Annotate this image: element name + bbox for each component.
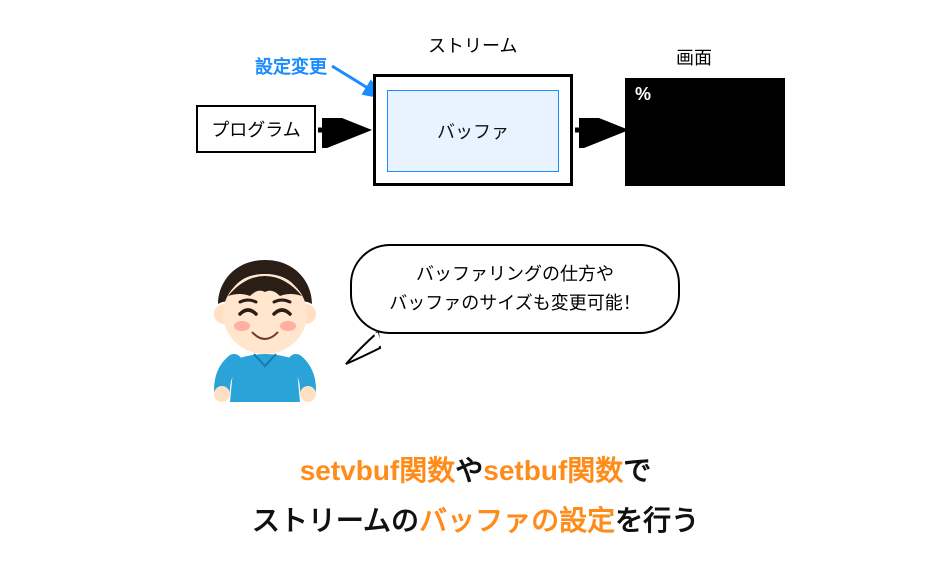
caption-de: で xyxy=(623,455,651,486)
caption: setvbuf関数やsetbuf関数で ストリームのバッファの設定を行う xyxy=(0,446,951,547)
screen-label: 画面 xyxy=(676,44,712,70)
speech-bubble: バッファリングの仕方や バッファのサイズも変更可能！ xyxy=(350,244,680,334)
caption-stream: ストリームの xyxy=(252,505,419,536)
stream-to-screen-arrow-icon xyxy=(573,118,633,148)
stream-label: ストリーム xyxy=(428,32,517,58)
setting-change-label: 設定変更 xyxy=(255,53,327,79)
character-boy-icon xyxy=(200,252,330,402)
buffer-label: バッファ xyxy=(437,118,509,144)
screen-prompt: % xyxy=(635,84,651,104)
speech-bubble-tail-icon xyxy=(342,330,382,370)
caption-okonau: を行う xyxy=(615,505,699,536)
program-to-stream-arrow-icon xyxy=(316,118,376,148)
bubble-line2: バッファのサイズも変更可能！ xyxy=(372,289,658,318)
caption-ya: や xyxy=(455,455,483,486)
caption-setvbuf: setvbuf関数 xyxy=(300,455,456,486)
caption-buffer-setting: バッファの設定 xyxy=(419,505,615,536)
buffer-box: バッファ xyxy=(387,90,559,172)
program-label: プログラム xyxy=(211,116,300,142)
screen-box: % xyxy=(625,78,785,186)
bubble-line1: バッファリングの仕方や xyxy=(372,260,658,289)
caption-setbuf: setbuf関数 xyxy=(483,455,623,486)
program-box: プログラム xyxy=(196,105,316,153)
